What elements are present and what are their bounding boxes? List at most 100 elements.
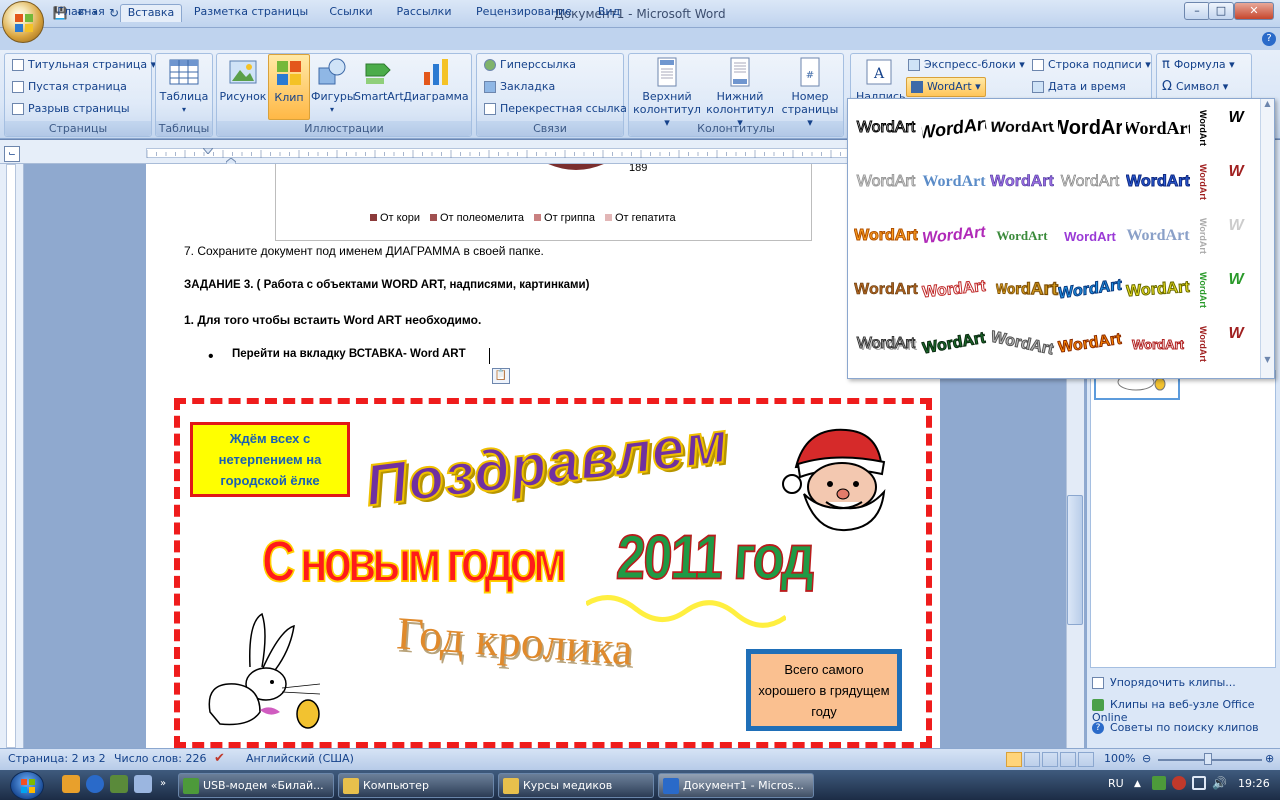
status-language[interactable]: Английский (США) xyxy=(246,752,354,765)
quick-parts-button[interactable]: Экспресс-блоки ▾ xyxy=(908,55,1025,75)
wordart-style-option[interactable]: WordArt xyxy=(854,265,918,315)
taskbar-item-computer[interactable]: Компьютер xyxy=(338,773,494,798)
clock[interactable]: 19:26 xyxy=(1238,777,1270,790)
first-line-indent-marker[interactable] xyxy=(201,144,215,155)
tray-modem-icon[interactable] xyxy=(1152,776,1166,790)
wordart-style-option[interactable]: WordArt xyxy=(1058,211,1122,261)
wordart-style-option[interactable]: WordArt xyxy=(1194,211,1212,261)
wordart-style-option[interactable]: WordArt xyxy=(985,107,1060,155)
hyperlink-button[interactable]: Гиперссылка xyxy=(484,55,576,75)
wordart-style-option[interactable]: W xyxy=(1218,211,1254,241)
tab-review[interactable]: Рецензирование xyxy=(468,4,580,22)
zoom-out-icon[interactable]: ⊖ xyxy=(1142,752,1151,765)
maximize-button[interactable]: □ xyxy=(1208,2,1234,20)
header-button[interactable]: Верхний колонтитул ▾ xyxy=(632,56,702,129)
equation-button[interactable]: π Формула ▾ xyxy=(1162,55,1235,75)
cover-page-button[interactable]: Титульная страница ▾ xyxy=(12,55,156,75)
full-screen-icon[interactable] xyxy=(1024,752,1040,767)
status-page[interactable]: Страница: 2 из 2 xyxy=(8,752,106,765)
wordart-style-option[interactable]: WordArt xyxy=(1126,319,1190,369)
tab-selector-icon[interactable]: ⌙ xyxy=(4,146,20,162)
taskbar-item-usb-modem[interactable]: USB-модем «Билай... xyxy=(178,773,334,798)
wordart-style-option[interactable]: WordArt xyxy=(854,319,918,369)
tab-mailings[interactable]: Рассылки xyxy=(390,4,458,22)
wordart-style-option[interactable]: WordArt xyxy=(990,157,1054,207)
office-button[interactable] xyxy=(2,1,44,43)
date-time-button[interactable]: Дата и время xyxy=(1032,77,1126,97)
help-icon[interactable]: ? xyxy=(1262,32,1276,46)
tab-insert[interactable]: Вставка xyxy=(120,4,182,22)
wordart-style-option[interactable]: WordArt xyxy=(1194,319,1212,369)
wordart-style-option[interactable]: WordArt xyxy=(854,103,918,153)
tray-network-icon[interactable] xyxy=(1192,776,1206,790)
wordart-style-option[interactable]: WordArt xyxy=(1194,103,1212,153)
rabbit-clipart[interactable] xyxy=(190,612,330,732)
table-button[interactable]: Таблица ▾ xyxy=(158,56,210,116)
minimize-button[interactable]: – xyxy=(1184,2,1210,20)
zoom-level[interactable]: 100% xyxy=(1104,752,1135,765)
document-page[interactable]: 189 От кори От полеомелита От гриппа От … xyxy=(146,164,940,748)
wordart-new-year[interactable]: С новым годом xyxy=(261,527,592,615)
santa-clipart[interactable] xyxy=(776,422,906,532)
quicklaunch-desktop-icon[interactable] xyxy=(134,775,152,793)
wordart-style-option[interactable]: WordArt xyxy=(918,314,990,374)
textbox-button[interactable]: A Надпись xyxy=(856,56,906,103)
clip-tips-link[interactable]: ? Советы по поиску клипов xyxy=(1092,721,1259,734)
bookmark-button[interactable]: Закладка xyxy=(484,77,555,97)
wordart-style-option[interactable]: WordArt xyxy=(1126,103,1190,153)
wordart-style-option[interactable]: WordArt xyxy=(1126,157,1190,207)
symbol-button[interactable]: Ω Символ ▾ xyxy=(1162,77,1228,97)
tab-page-layout[interactable]: Разметка страницы xyxy=(190,4,312,22)
wordart-style-option[interactable]: WordArt xyxy=(1058,261,1122,320)
textbox-invite[interactable]: Ждём всех с нетерпением на городской ёлк… xyxy=(190,422,350,497)
wordart-style-option[interactable]: WordArt xyxy=(1055,315,1125,373)
wordart-style-option[interactable]: WordArt xyxy=(1058,157,1122,207)
tab-view[interactable]: Вид xyxy=(590,4,628,22)
print-layout-icon[interactable] xyxy=(1006,752,1022,767)
wordart-style-option[interactable]: WordArt xyxy=(1194,265,1212,315)
status-words[interactable]: Число слов: 226 xyxy=(114,752,207,765)
wordart-style-option[interactable]: WordArt xyxy=(1126,211,1190,261)
start-button[interactable] xyxy=(10,771,44,800)
wordart-style-option[interactable]: WordArt xyxy=(986,313,1059,375)
wordart-style-option[interactable]: W xyxy=(1218,319,1254,349)
quicklaunch-app-icon[interactable] xyxy=(110,775,128,793)
zoom-in-icon[interactable]: ⊕ xyxy=(1265,752,1274,765)
quicklaunch-folder-icon[interactable] xyxy=(62,775,80,793)
quicklaunch-more-icon[interactable]: » xyxy=(160,778,166,789)
wordart-style-option[interactable]: WordArt xyxy=(922,157,986,207)
wordart-style-option[interactable]: W xyxy=(1218,265,1254,295)
smartart-button[interactable]: SmartArt xyxy=(354,56,404,103)
paste-options-icon[interactable]: 📋 xyxy=(492,368,510,384)
draft-icon[interactable] xyxy=(1078,752,1094,767)
footer-button[interactable]: Нижний колонтитул ▾ xyxy=(704,56,776,129)
taskbar-item-courses[interactable]: Курсы медиков xyxy=(498,773,654,798)
chart-button[interactable]: Диаграмма xyxy=(403,56,469,103)
outline-icon[interactable] xyxy=(1060,752,1076,767)
wordart-style-option[interactable]: W xyxy=(1218,103,1254,133)
web-layout-icon[interactable] xyxy=(1042,752,1058,767)
wordart-style-option[interactable]: WordArt xyxy=(990,211,1054,261)
spelling-check-icon[interactable]: ✔ xyxy=(214,751,225,766)
zoom-slider-thumb[interactable] xyxy=(1204,753,1212,765)
wordart-year[interactable]: 2011 год xyxy=(613,522,819,618)
picture-button[interactable]: Рисунок xyxy=(219,56,267,103)
textbox-wishes[interactable]: Всего самого хорошего в грядущем году xyxy=(746,649,902,731)
scrollbar-thumb[interactable] xyxy=(1067,495,1083,625)
cross-reference-button[interactable]: Перекрестная ссылка xyxy=(484,99,627,119)
wordart-style-option[interactable]: WordArt xyxy=(996,260,1059,320)
signature-line-button[interactable]: Строка подписи ▾ xyxy=(1032,55,1151,75)
tray-volume-icon[interactable]: 🔊 xyxy=(1212,776,1227,790)
wordart-button[interactable]: WordArt ▾ xyxy=(906,77,986,97)
page-number-button[interactable]: # Номер страницы ▾ xyxy=(778,56,842,129)
hanging-indent-marker[interactable] xyxy=(225,156,237,167)
chart-object[interactable]: 189 От кори От полеомелита От гриппа От … xyxy=(275,164,812,241)
quicklaunch-browser-icon[interactable] xyxy=(86,775,104,793)
wordart-style-option[interactable]: WordArt xyxy=(1194,157,1212,207)
taskbar-item-word[interactable]: Документ1 - Micros... xyxy=(658,773,814,798)
gallery-scroll-up-icon[interactable]: ▲ xyxy=(1261,99,1274,108)
close-button[interactable]: ✕ xyxy=(1234,2,1274,20)
wordart-style-option[interactable]: WordArt xyxy=(1058,103,1122,153)
wordart-style-option[interactable]: W xyxy=(1218,157,1254,187)
wordart-style-option[interactable]: WordArt xyxy=(919,99,989,157)
